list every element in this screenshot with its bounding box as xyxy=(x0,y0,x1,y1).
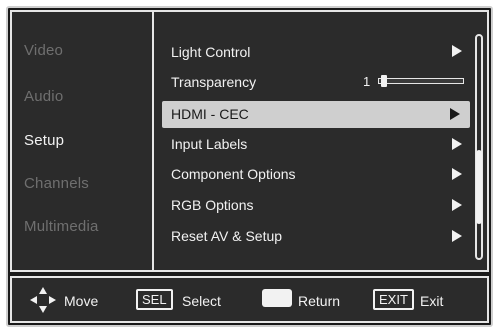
menu-item-transparency[interactable]: Transparency xyxy=(171,74,256,90)
chevron-right-icon xyxy=(450,108,460,120)
return-label: Return xyxy=(298,293,341,309)
dpad-icon xyxy=(30,287,56,313)
chevron-right-icon xyxy=(452,230,462,242)
return-key-icon xyxy=(262,289,292,307)
menu-item-rgb-options[interactable]: RGB Options xyxy=(171,197,253,213)
sidebar-item-video[interactable]: Video xyxy=(24,42,63,59)
sidebar-item-audio[interactable]: Audio xyxy=(24,88,63,105)
scrollbar[interactable] xyxy=(475,34,483,260)
select-label: Select xyxy=(182,293,221,309)
menu-item-hdmi-cec[interactable]: HDMI - CEC xyxy=(162,101,470,128)
menu-item-light-control[interactable]: Light Control xyxy=(171,44,250,60)
sel-key: SEL xyxy=(136,289,173,310)
chevron-right-icon xyxy=(452,199,462,211)
scrollbar-thumb[interactable] xyxy=(476,150,482,224)
menu-item-label: HDMI - CEC xyxy=(171,106,249,122)
chevron-right-icon xyxy=(452,138,462,150)
exit-key: EXIT xyxy=(373,289,414,310)
slider-thumb[interactable] xyxy=(381,75,387,87)
move-label: Move xyxy=(64,293,99,309)
transparency-value: 1 xyxy=(363,74,371,89)
transparency-slider[interactable] xyxy=(378,78,464,84)
exit-label: Exit xyxy=(420,293,444,309)
sidebar-divider xyxy=(152,12,154,270)
menu-item-input-labels[interactable]: Input Labels xyxy=(171,136,247,152)
sidebar-item-multimedia[interactable]: Multimedia xyxy=(24,218,99,235)
sidebar-item-setup[interactable]: Setup xyxy=(24,132,64,149)
chevron-right-icon xyxy=(452,168,462,180)
chevron-right-icon xyxy=(452,45,462,57)
menu-item-reset-av-setup[interactable]: Reset AV & Setup xyxy=(171,228,282,244)
menu-item-component-options[interactable]: Component Options xyxy=(171,166,296,182)
sidebar-item-channels[interactable]: Channels xyxy=(24,175,89,192)
